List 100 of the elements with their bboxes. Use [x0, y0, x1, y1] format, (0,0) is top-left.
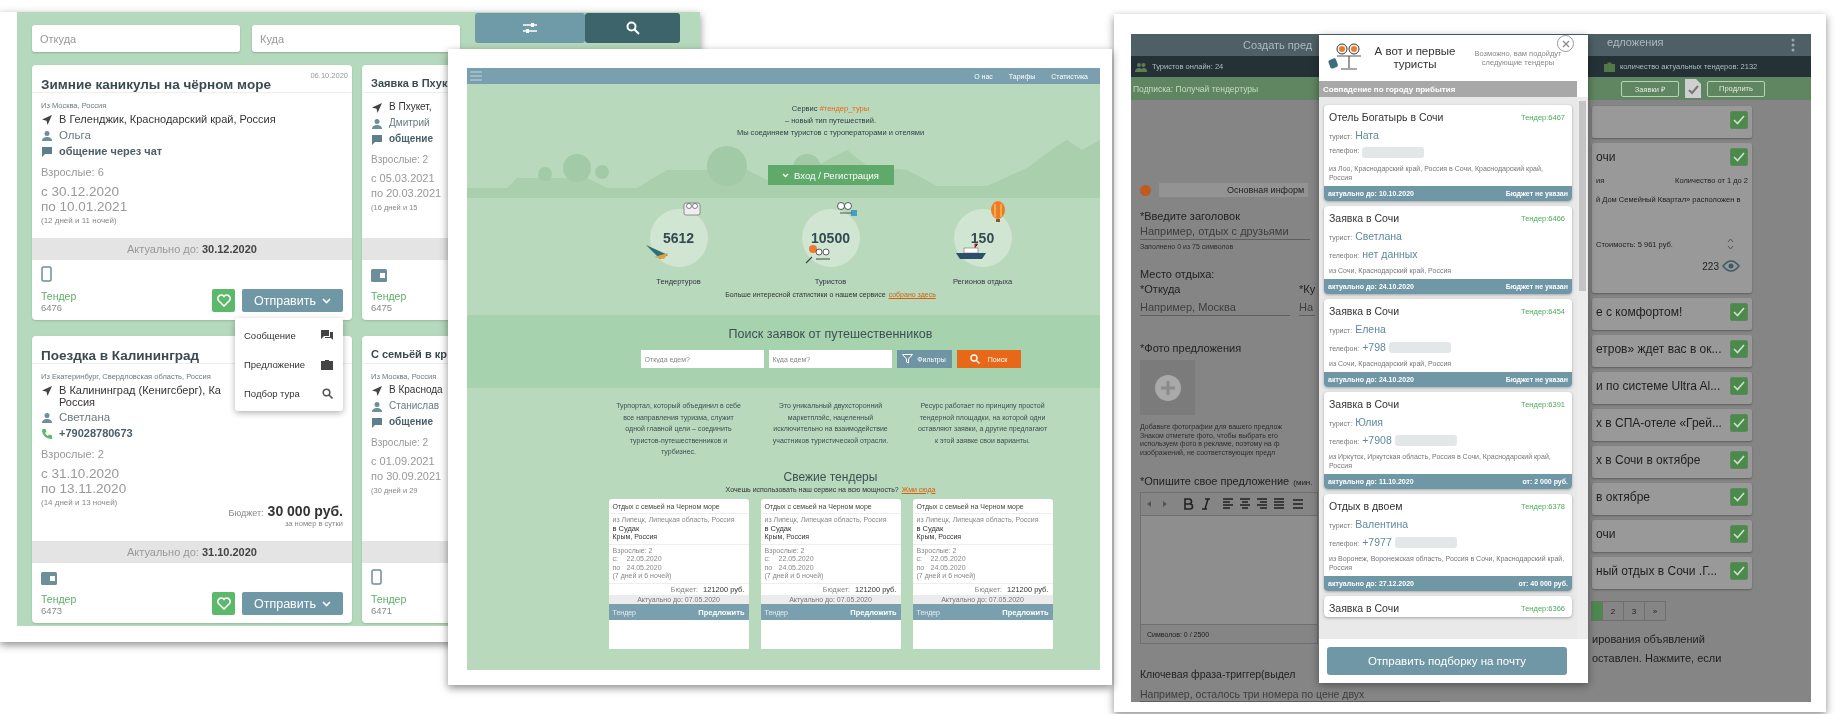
contact-text: общение [389, 416, 434, 427]
item-title: х в Сочи в октябре [1596, 453, 1701, 467]
tourist-name: Дмитрий [389, 117, 430, 128]
checkmark-icon [1733, 381, 1745, 391]
item-title: ный отдых в Сочи .Г... [1596, 564, 1718, 578]
close-button[interactable] [1557, 35, 1574, 52]
adults-text: Взрослые: 6 [41, 166, 105, 178]
briefcase-icon [321, 359, 333, 370]
checkbox[interactable] [1730, 148, 1748, 166]
field-label: Место отдыха: [1140, 268, 1215, 280]
login-register-button[interactable]: Вход / Регистрация [767, 165, 894, 185]
header-tab[interactable]: едложения [1607, 36, 1791, 48]
title-field[interactable]: Например, отдых с друзьями [1140, 222, 1310, 240]
notice-text: оставлен. Нажмите, если [1592, 651, 1723, 665]
item-title: в октябре [1596, 490, 1650, 504]
from-field[interactable]: Например, Москва [1140, 298, 1290, 316]
keyphrase-field[interactable]: Например, осталось три номера по цене двух [1140, 686, 1440, 702]
menu-item[interactable]: Подбор тура [235, 379, 343, 408]
checkbox[interactable] [1730, 562, 1748, 580]
checkmark-icon [1733, 152, 1745, 162]
chevron-down-icon [322, 600, 331, 607]
start-date: с 31.10.2020 [41, 466, 121, 481]
document-check-icon[interactable] [1685, 79, 1701, 98]
tourist-name: Светлана [1355, 230, 1402, 242]
start-date: с 30.12.2020 [41, 184, 121, 199]
item-title: е с комфортом! [1596, 305, 1683, 319]
list-item[interactable]: е с комфортом! [1592, 298, 1752, 330]
menu-item[interactable]: Сообщение [235, 321, 343, 350]
to-field[interactable]: Куда [252, 25, 460, 52]
checkbox[interactable] [1730, 377, 1748, 395]
start-date: с 01.09.2021 [371, 454, 436, 469]
eye-icon [1722, 260, 1740, 272]
card-title: Заявка в Сочи [1329, 305, 1400, 317]
item-title: очи [1596, 527, 1616, 541]
contact-text: +79028780673 [59, 427, 133, 439]
item-title: х в СПА-отеле «Грей... [1596, 416, 1722, 430]
list-item[interactable]: в октябре [1592, 483, 1752, 515]
subscription-text: Подписка: Получай тендертуры [1132, 83, 1259, 94]
tender-label: Тендер [371, 290, 407, 302]
field-label: *Фото предложения [1140, 342, 1242, 354]
mobile-phone-icon [371, 569, 382, 585]
section-title: Свежие тендеры [783, 469, 878, 484]
add-photo-button[interactable] [1140, 360, 1195, 415]
list-item[interactable]: х в Сочи в октябре [1592, 446, 1752, 478]
to-field[interactable]: На [1299, 298, 1315, 316]
list-item[interactable]: и по системе Ultra Al... [1592, 372, 1752, 404]
tourist-name: Станислав [389, 400, 440, 411]
checkbox[interactable] [1730, 303, 1748, 321]
checkmark-icon [1733, 492, 1745, 502]
field-hint: (мин. [1293, 478, 1313, 487]
more-icon[interactable] [1791, 38, 1795, 52]
destination-text: Россия [59, 396, 97, 408]
section-title: Поиск заявок от путешественников [728, 327, 933, 341]
card-title: Отель Богатырь в Сочи [1329, 111, 1444, 123]
field-label: *Опишите свое предложение [1140, 475, 1290, 487]
end-date: по 13.11.2020 [41, 481, 128, 496]
tender-number: 6475 [371, 302, 393, 313]
checkbox[interactable] [1730, 488, 1748, 506]
field-label: *Ку [1299, 283, 1316, 295]
stat-value: 10500 [811, 230, 850, 246]
scrollbar[interactable] [1577, 97, 1588, 639]
checkmark-icon [1733, 115, 1745, 125]
page-link[interactable]: 2 [1602, 601, 1624, 621]
list-item[interactable]: очи [1592, 520, 1752, 552]
menu-item[interactable]: Предложение [235, 350, 343, 379]
search-button[interactable] [585, 13, 680, 43]
from-field[interactable]: Откуда [32, 25, 240, 52]
person-icon [371, 401, 383, 413]
section-tab[interactable]: Основная информ [1159, 183, 1309, 197]
page-link[interactable]: 3 [1623, 601, 1645, 621]
send-to-email-button[interactable]: Отправить подборку на почту [1327, 647, 1567, 675]
list-item[interactable]: етров» ждет вас в ок... [1592, 335, 1752, 367]
tourist-name: Юлия [1355, 416, 1383, 428]
checkbox[interactable] [1730, 525, 1748, 543]
end-date: по 10.01.2021 [41, 199, 129, 214]
favorite-button[interactable] [212, 592, 235, 615]
expiry-date: 30.12.2020 [201, 243, 257, 255]
checkbox[interactable] [1730, 340, 1748, 358]
list-item[interactable]: ный отдых в Сочи .Г... [1592, 557, 1752, 589]
list-item[interactable]: х в СПА-отеле «Грей... [1592, 409, 1752, 441]
heart-icon [216, 294, 231, 307]
person-icon [41, 130, 53, 142]
checkbox[interactable] [1730, 111, 1748, 129]
filter-button[interactable] [475, 13, 585, 43]
end-date: по 20.03.2021 [371, 186, 443, 201]
send-dropdown-button[interactable]: Отправить [242, 592, 343, 615]
page-link[interactable]: » [1644, 601, 1666, 621]
people-icon [1135, 61, 1147, 72]
checkbox[interactable] [1730, 451, 1748, 469]
spinner-arrows-icon[interactable] [1727, 238, 1734, 250]
item-title: етров» ждет вас в ок... [1596, 342, 1722, 356]
card-title: С семьёй в кр [371, 348, 447, 360]
search-icon [969, 354, 980, 364]
chat-icon [371, 134, 383, 146]
checkbox[interactable] [1730, 414, 1748, 432]
checkmark-icon [1733, 418, 1745, 428]
tender-label: Тендер [371, 593, 407, 605]
favorite-button[interactable] [212, 289, 235, 312]
tourist-name: Ната [1355, 129, 1379, 141]
send-dropdown-button[interactable]: Отправить [242, 289, 343, 312]
